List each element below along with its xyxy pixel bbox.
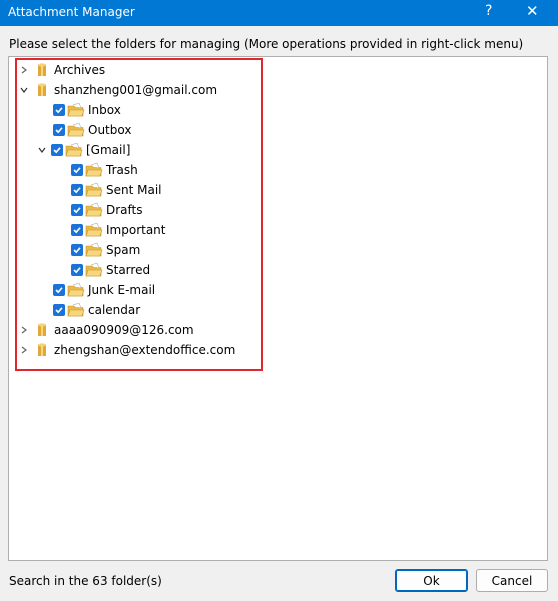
- tree-node-starred[interactable]: Starred: [71, 260, 150, 280]
- tree-node-label: Sent Mail: [106, 183, 162, 197]
- folder-icon: [85, 262, 103, 278]
- folder-icon: [67, 282, 85, 298]
- checkbox-checked[interactable]: [53, 304, 65, 316]
- tree-node-label: Inbox: [88, 103, 121, 117]
- database-icon: [33, 322, 51, 338]
- chevron-right-icon[interactable]: [19, 340, 29, 360]
- tree-node-gmail-group[interactable]: [Gmail]: [37, 140, 130, 160]
- tree-node-sent-mail[interactable]: Sent Mail: [71, 180, 162, 200]
- tree-node-account-gmail[interactable]: shanzheng001@gmail.com: [19, 80, 217, 100]
- tree-node-label: Outbox: [88, 123, 132, 137]
- ok-button[interactable]: Ok: [395, 569, 468, 592]
- tree-node-label: Archives: [54, 63, 106, 77]
- tree-node-calendar[interactable]: calendar: [53, 300, 140, 320]
- tree-node-label: Drafts: [106, 203, 143, 217]
- folder-icon: [65, 142, 83, 158]
- tree-node-account-126[interactable]: aaaa090909@126.com: [19, 320, 194, 340]
- folder-icon: [67, 102, 85, 118]
- checkbox-checked[interactable]: [53, 124, 65, 136]
- checkbox-checked[interactable]: [71, 224, 83, 236]
- tree-node-label: shanzheng001@gmail.com: [54, 83, 218, 97]
- tree-node-account-extendoffice[interactable]: zhengshan@extendoffice.com: [19, 340, 235, 360]
- tree-node-label: zhengshan@extendoffice.com: [54, 343, 236, 357]
- checkbox-checked[interactable]: [71, 184, 83, 196]
- folder-icon: [85, 242, 103, 258]
- tree-node-important[interactable]: Important: [71, 220, 166, 240]
- help-button[interactable]: ?: [485, 3, 492, 19]
- database-icon: [33, 62, 51, 78]
- folder-tree[interactable]: Archives shanzheng001@gmail.com Inbox Ou…: [8, 56, 548, 561]
- folder-icon: [85, 202, 103, 218]
- tree-node-archives[interactable]: Archives: [19, 60, 105, 80]
- checkbox-checked[interactable]: [71, 264, 83, 276]
- tree-node-junk-email[interactable]: Junk E-mail: [53, 280, 155, 300]
- tree-node-label: Important: [106, 223, 166, 237]
- tree-node-label: calendar: [88, 303, 141, 317]
- checkbox-checked[interactable]: [71, 244, 83, 256]
- tree-node-trash[interactable]: Trash: [71, 160, 138, 180]
- checkbox-checked[interactable]: [53, 104, 65, 116]
- tree-node-label: Junk E-mail: [88, 283, 156, 297]
- tree-node-label: aaaa090909@126.com: [54, 323, 194, 337]
- tree-node-label: Trash: [106, 163, 138, 177]
- tree-node-label: Spam: [106, 243, 141, 257]
- folder-icon: [85, 162, 103, 178]
- folder-icon: [85, 222, 103, 238]
- folder-icon: [67, 302, 85, 318]
- instruction-text: Please select the folders for managing (…: [9, 37, 524, 51]
- status-text: Search in the 63 folder(s): [9, 574, 162, 588]
- database-icon: [33, 82, 51, 98]
- database-icon: [33, 342, 51, 358]
- chevron-right-icon[interactable]: [19, 320, 29, 340]
- checkbox-checked[interactable]: [53, 284, 65, 296]
- tree-node-label: Starred: [106, 263, 151, 277]
- tree-node-label: [Gmail]: [86, 143, 131, 157]
- checkbox-checked[interactable]: [51, 144, 63, 156]
- cancel-button[interactable]: Cancel: [476, 569, 548, 592]
- checkbox-checked[interactable]: [71, 204, 83, 216]
- chevron-down-icon[interactable]: [37, 140, 47, 160]
- close-button[interactable]: ✕: [526, 2, 539, 20]
- tree-node-inbox[interactable]: Inbox: [53, 100, 121, 120]
- chevron-down-icon[interactable]: [19, 80, 29, 100]
- chevron-right-icon[interactable]: [19, 60, 29, 80]
- window-title: Attachment Manager: [8, 5, 135, 19]
- folder-icon: [67, 122, 85, 138]
- title-bar: Attachment Manager ? ✕: [0, 0, 558, 26]
- folder-icon: [85, 182, 103, 198]
- tree-node-spam[interactable]: Spam: [71, 240, 140, 260]
- checkbox-checked[interactable]: [71, 164, 83, 176]
- tree-node-outbox[interactable]: Outbox: [53, 120, 131, 140]
- tree-node-drafts[interactable]: Drafts: [71, 200, 143, 220]
